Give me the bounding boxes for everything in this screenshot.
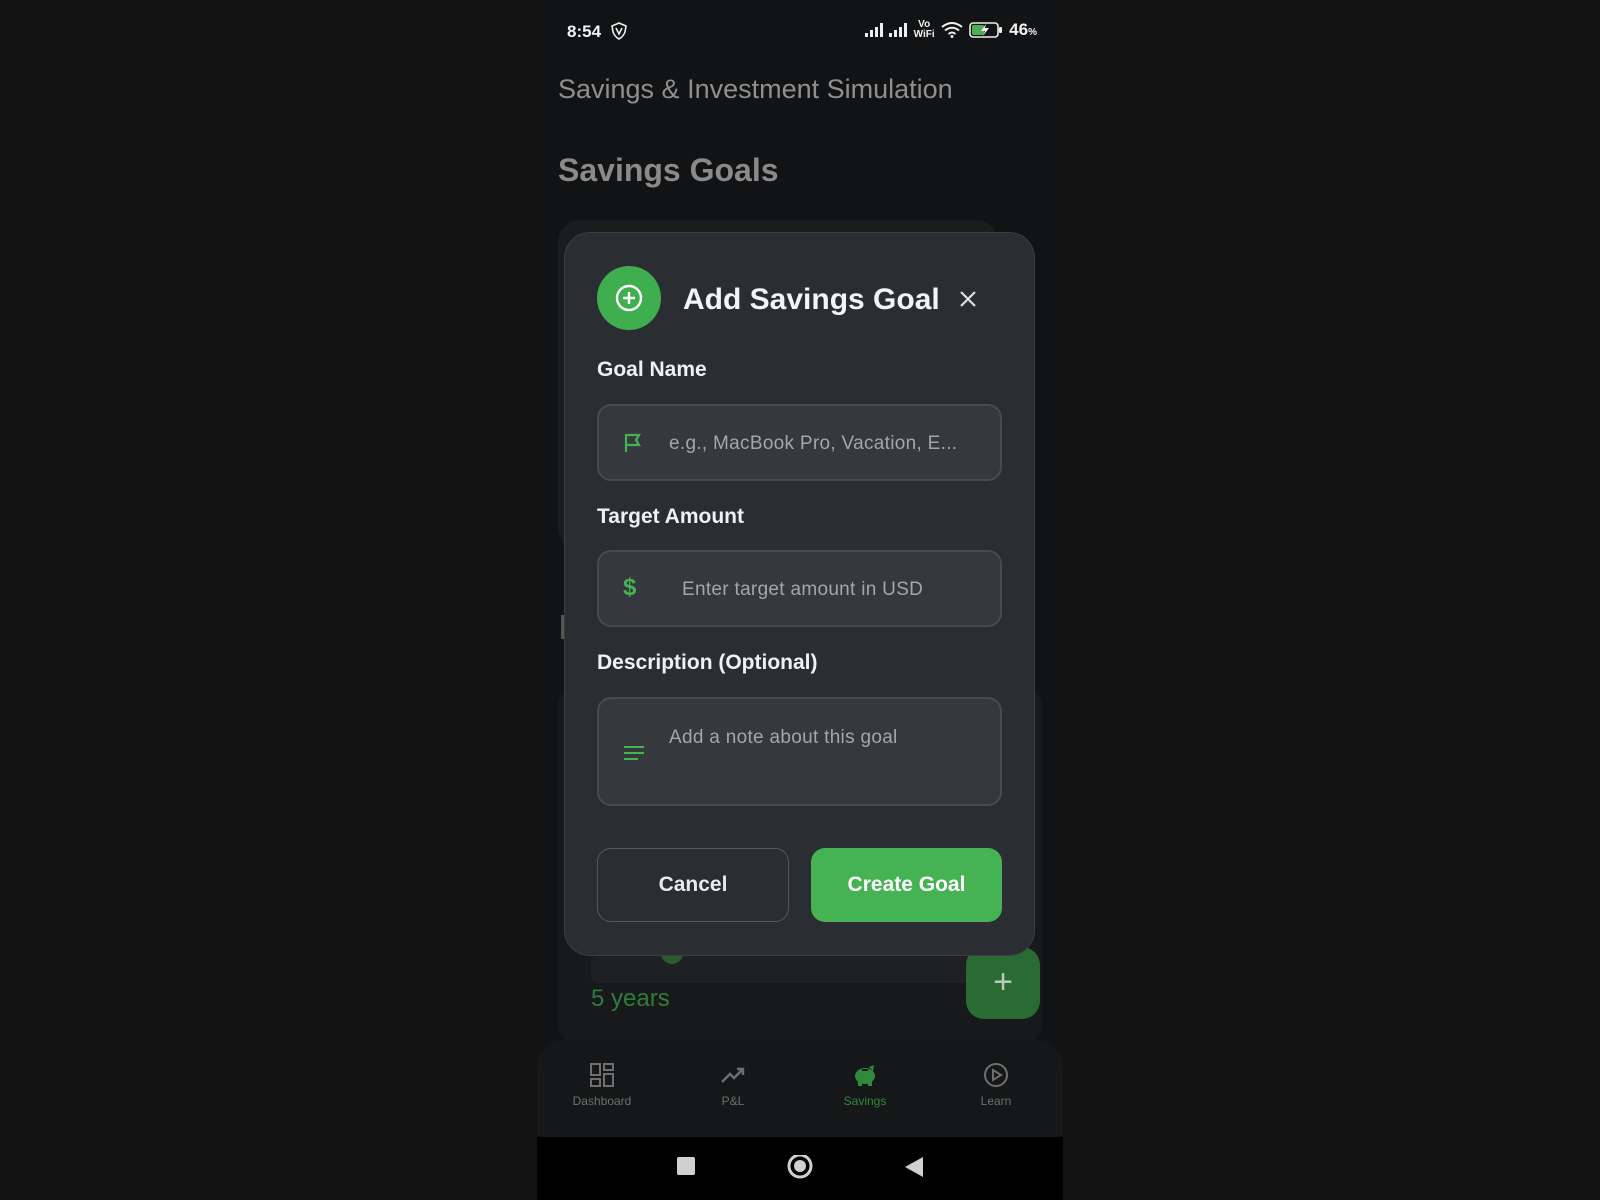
target-amount-label: Target Amount [597, 505, 744, 528]
nav-item-pl[interactable]: P&L [678, 1062, 788, 1108]
description-placeholder: Add a note about this goal [669, 727, 898, 748]
nav-label-dashboard: Dashboard [572, 1094, 632, 1108]
create-goal-button[interactable]: Create Goal [811, 848, 1002, 922]
cancel-button[interactable]: Cancel [597, 848, 789, 922]
plus-icon: + [993, 963, 1013, 1001]
add-circle-icon [597, 266, 661, 330]
back-icon[interactable] [903, 1155, 925, 1179]
nav-item-dashboard[interactable]: Dashboard [547, 1062, 657, 1108]
dialog-title: Add Savings Goal [683, 283, 940, 316]
description-input[interactable]: Add a note about this goal [597, 697, 1002, 806]
add-goal-fab[interactable]: + [966, 947, 1040, 1019]
page-title: Savings & Investment Simulation [558, 74, 953, 104]
goal-name-placeholder: e.g., MacBook Pro, Vacation, E... [669, 433, 958, 454]
section-title: Savings Goals [558, 152, 779, 188]
description-label: Description (Optional) [597, 651, 818, 674]
nav-label-savings: Savings [843, 1094, 887, 1108]
nav-item-savings[interactable]: Savings [810, 1062, 920, 1108]
target-amount-placeholder: Enter target amount in USD [682, 579, 924, 600]
dollar-icon: $ [623, 574, 637, 601]
add-goal-dialog: Add Savings Goal Goal Name e.g., MacBook… [564, 232, 1035, 956]
background-duration: 5 years [591, 985, 670, 1012]
nav-label-learn: Learn [980, 1094, 1012, 1108]
notes-icon [624, 746, 644, 760]
nav-label-pl: P&L [721, 1094, 745, 1108]
goal-name-label: Goal Name [597, 358, 707, 381]
close-icon[interactable] [957, 288, 979, 310]
system-nav-bar [537, 1137, 1063, 1200]
bottom-nav: Dashboard P&L Savings Learn [537, 1040, 1063, 1138]
nav-item-learn[interactable]: Learn [941, 1062, 1051, 1108]
piggy-bank-icon [855, 1065, 875, 1086]
target-amount-input[interactable]: $ Enter target amount in USD [597, 550, 1002, 627]
phone-screen: 8:54 Vo WiFi 46% Savings & Investment Si… [537, 0, 1063, 1200]
home-icon[interactable] [786, 1155, 814, 1183]
recent-apps-icon[interactable] [675, 1155, 697, 1177]
goal-name-input[interactable]: e.g., MacBook Pro, Vacation, E... [597, 404, 1002, 481]
flag-icon [624, 433, 641, 452]
dashboard-icon [590, 1063, 614, 1087]
play-circle-icon [984, 1063, 1008, 1087]
background-progress-track [591, 955, 971, 983]
trending-up-icon [721, 1067, 745, 1083]
